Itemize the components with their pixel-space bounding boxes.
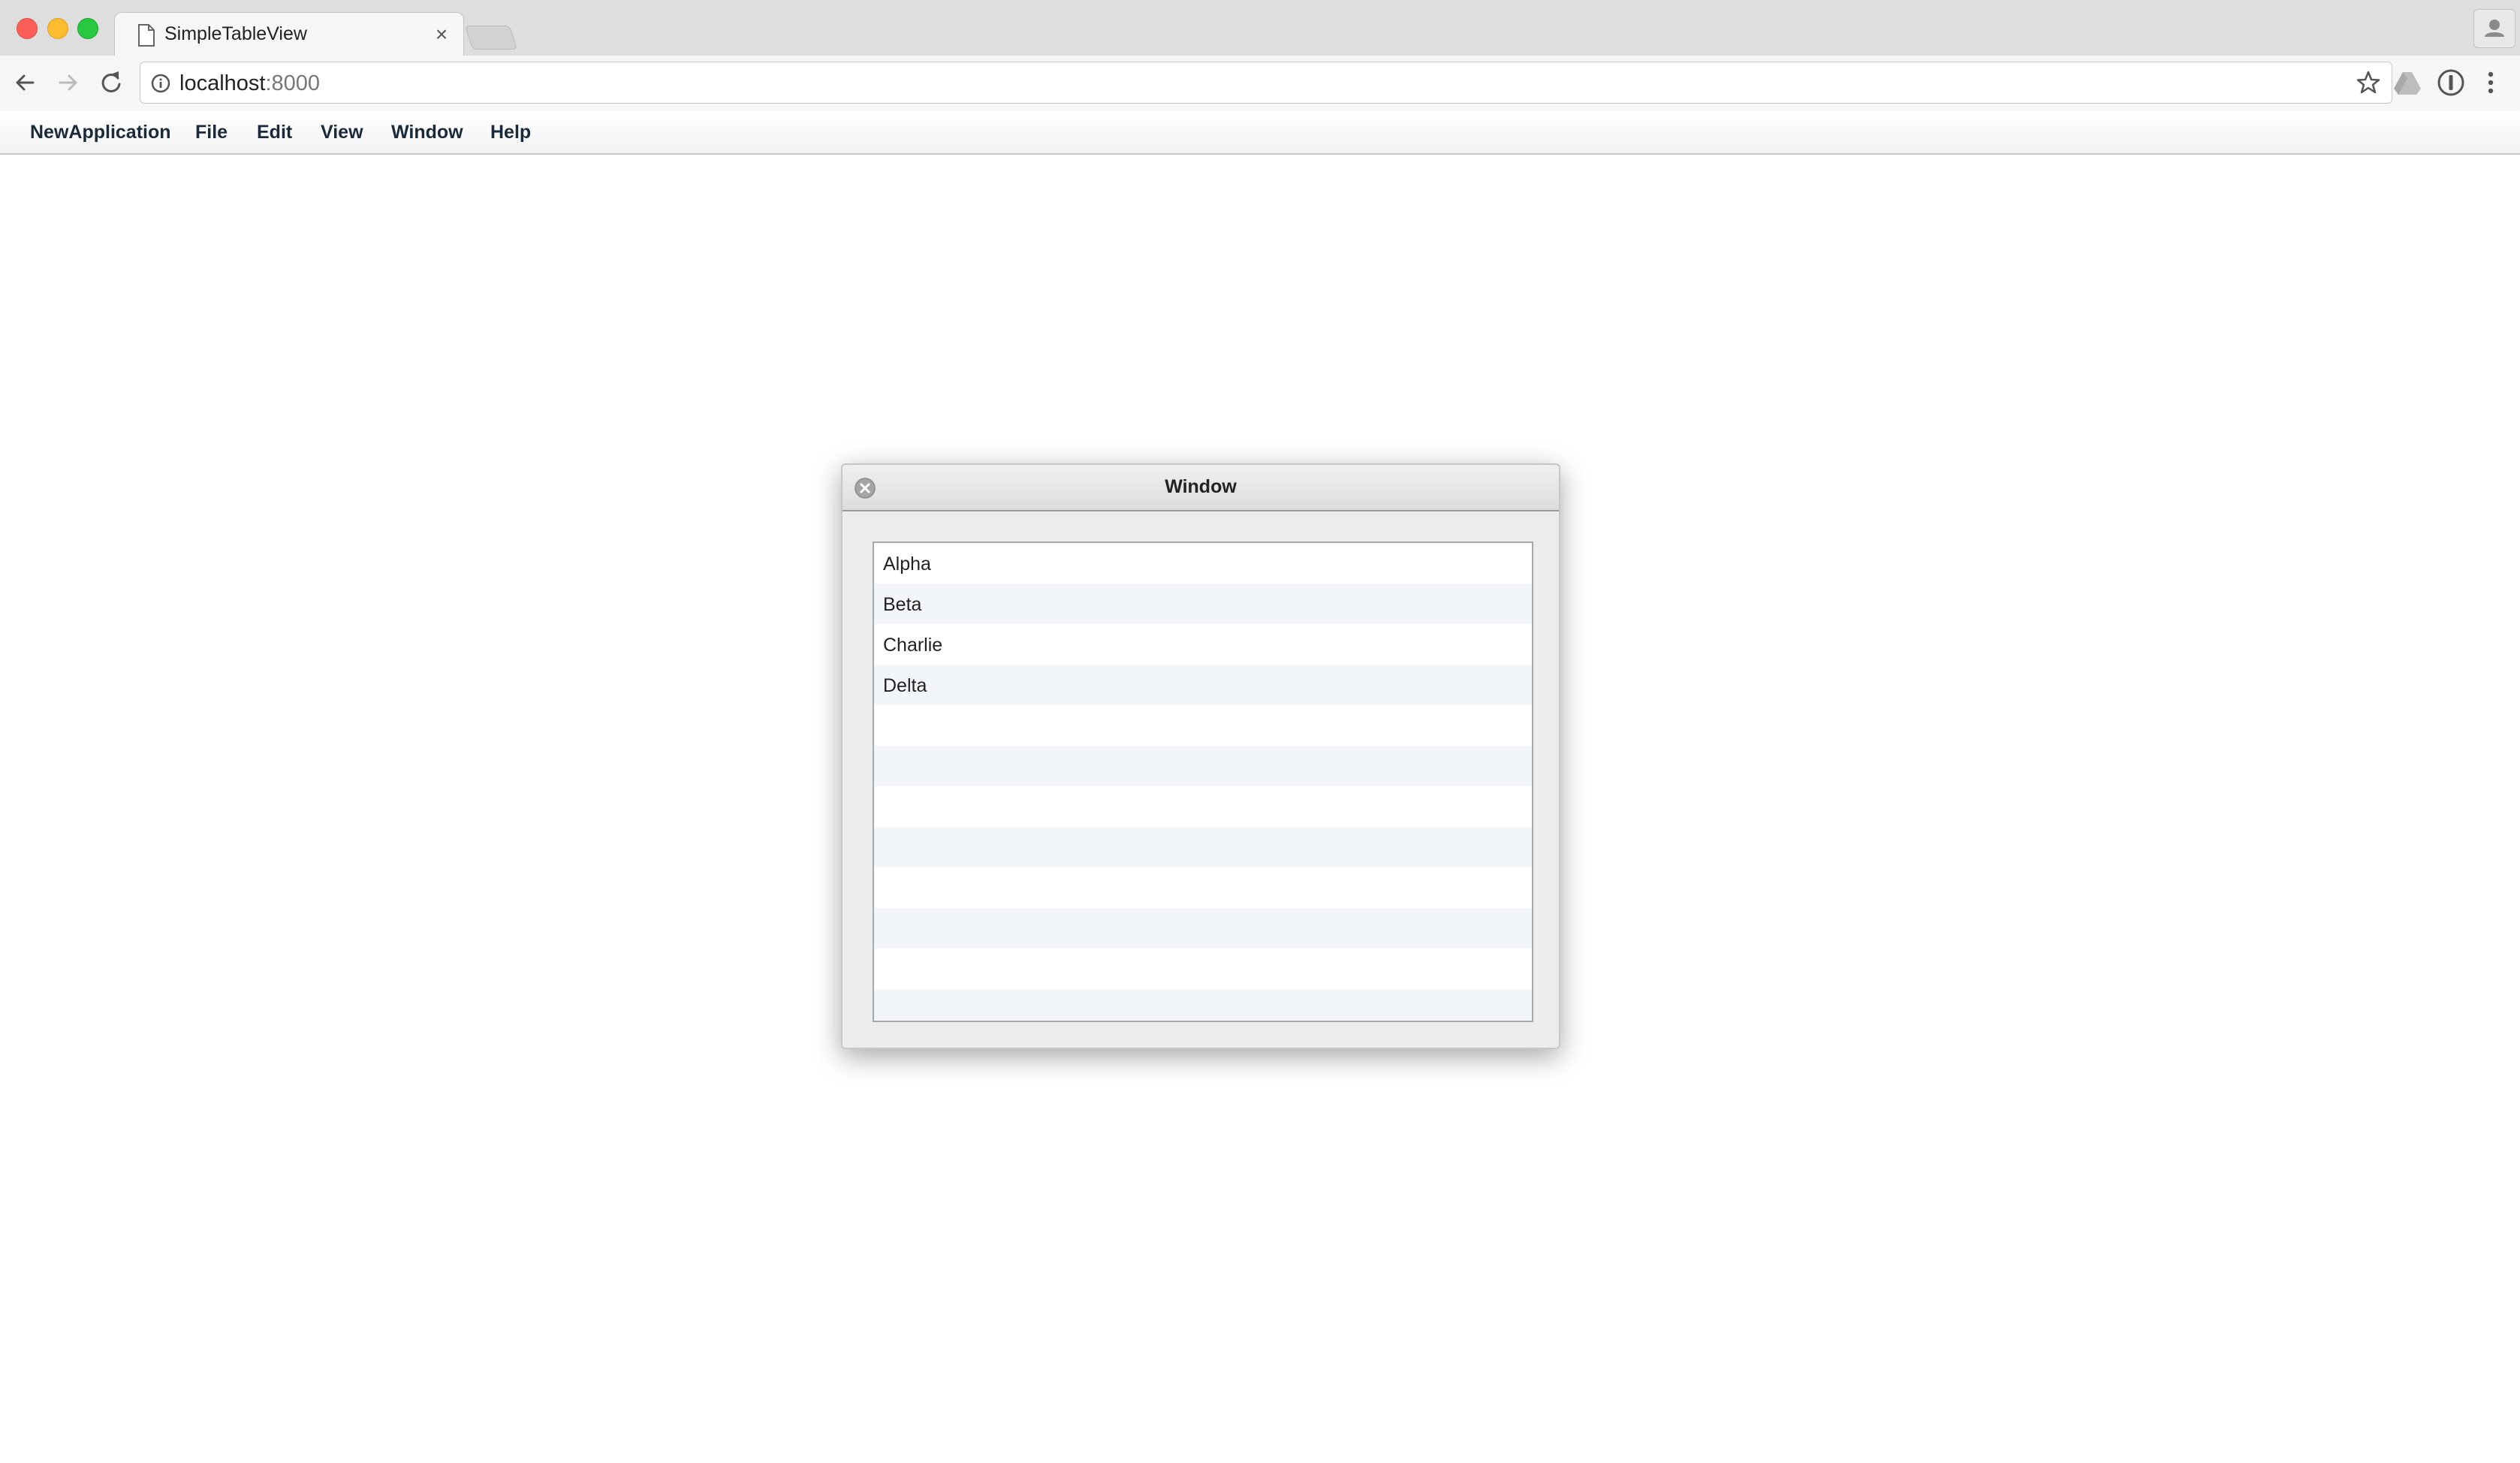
table-row[interactable] (874, 989, 1532, 1021)
table-cell: Beta (883, 594, 922, 615)
info-icon[interactable] (149, 72, 172, 95)
window-minimize-button[interactable] (47, 18, 68, 39)
new-tab-button[interactable] (464, 26, 518, 50)
table-row[interactable]: Beta (874, 584, 1532, 624)
window-title: Window (1165, 476, 1237, 497)
password-manager-icon[interactable] (2436, 68, 2466, 98)
table-row[interactable]: Charlie (874, 624, 1532, 665)
document-icon (138, 24, 155, 47)
menu-help[interactable]: Help (490, 122, 531, 143)
app-window: Window Alpha Beta Charlie Delta (841, 463, 1560, 1049)
person-icon (2485, 20, 2504, 37)
table-row[interactable] (874, 705, 1532, 746)
window-titlebar[interactable]: Window (843, 465, 1559, 511)
back-arrow-icon[interactable] (11, 68, 41, 98)
table-view[interactable]: Alpha Beta Charlie Delta (873, 541, 1533, 1022)
more-menu-icon[interactable] (2479, 68, 2502, 98)
table-row[interactable]: Alpha (874, 543, 1532, 584)
menu-view[interactable]: View (321, 122, 363, 143)
bookmark-star-icon[interactable] (2356, 70, 2381, 95)
table-cell: Delta (883, 675, 927, 696)
reload-icon[interactable] (96, 68, 126, 98)
browser-toolbar: localhost:8000 (0, 56, 2520, 111)
app-menu-bar: NewApplication File Edit View Window Hel… (0, 111, 2520, 155)
menu-window[interactable]: Window (391, 122, 463, 143)
menu-edit[interactable]: Edit (257, 122, 292, 143)
forward-arrow-icon[interactable] (53, 68, 83, 98)
drive-extension-icon[interactable] (2392, 69, 2422, 96)
tab-title: SimpleTableView (164, 23, 307, 44)
address-bar[interactable]: localhost:8000 (140, 62, 2392, 104)
table-cell: Alpha (883, 554, 931, 575)
table-row[interactable] (874, 786, 1532, 827)
table-row[interactable] (874, 908, 1532, 949)
url-text: localhost:8000 (179, 71, 321, 95)
profile-button[interactable] (2473, 9, 2515, 48)
table-cell: Charlie (883, 635, 943, 656)
menu-file[interactable]: File (195, 122, 228, 143)
tab-close-icon[interactable]: × (430, 23, 453, 46)
browser-tab[interactable]: SimpleTableView × (114, 12, 464, 58)
table-row[interactable] (874, 827, 1532, 867)
window-close-button[interactable] (17, 18, 38, 39)
window-maximize-button[interactable] (77, 18, 98, 39)
menu-newapplication[interactable]: NewApplication (30, 122, 171, 143)
table-row[interactable] (874, 746, 1532, 786)
browser-tab-bar: SimpleTableView × (0, 0, 2520, 58)
table-row[interactable] (874, 867, 1532, 908)
table-row[interactable] (874, 949, 1532, 989)
table-row[interactable]: Delta (874, 665, 1532, 705)
